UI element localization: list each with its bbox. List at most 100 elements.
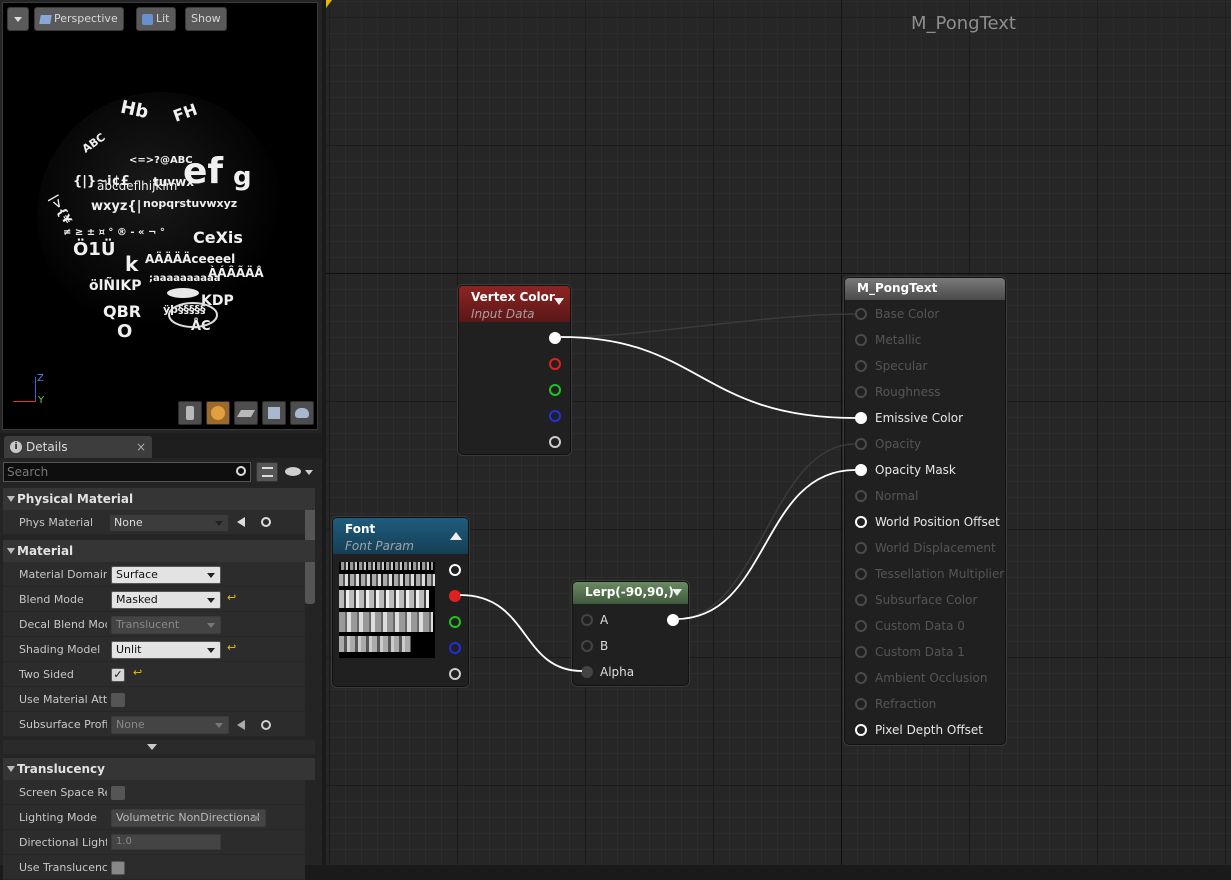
node-title: Vertex Color	[471, 290, 555, 304]
result-input-pin[interactable]	[855, 386, 867, 398]
preview-plane-button[interactable]	[234, 401, 258, 425]
lit-button[interactable]: Lit	[136, 7, 176, 31]
result-input-pin[interactable]	[855, 698, 867, 710]
preview-sphere-button[interactable]	[206, 401, 230, 425]
perspective-button[interactable]: Perspective	[34, 7, 124, 31]
output-pin[interactable]	[667, 614, 679, 626]
node-font[interactable]: Font Font Param	[332, 517, 469, 687]
result-input-label: Metallic	[875, 333, 922, 347]
decal-blend-mode-combo[interactable]: Translucent	[111, 616, 221, 634]
advanced-expand-button[interactable]	[3, 740, 315, 754]
input-alpha-pin[interactable]	[581, 666, 593, 678]
output-r-pin[interactable]	[449, 590, 461, 602]
view-options-button[interactable]	[256, 462, 278, 482]
result-input-pin[interactable]	[855, 412, 867, 424]
material-domain-combo[interactable]: Surface	[111, 566, 221, 584]
output-g-pin[interactable]	[449, 616, 461, 628]
reset-arrow-icon[interactable]: ↩	[133, 666, 142, 679]
svg-text:≠ ≥ ± ¤ ° ® - « ¬ °: ≠ ≥ ± ¤ ° ® - « ¬ °	[63, 227, 165, 238]
result-input-pin[interactable]	[855, 308, 867, 320]
blend-mode-label: Blend Mode	[19, 593, 84, 606]
show-button[interactable]: Show	[185, 7, 227, 31]
preview-teapot-button[interactable]	[290, 401, 314, 425]
result-input-pin[interactable]	[855, 672, 867, 684]
collapse-chevron-icon[interactable]	[672, 589, 682, 596]
details-search-input[interactable]: Search	[3, 462, 251, 482]
node-vertex-color[interactable]: Vertex Color Input Data	[458, 285, 571, 455]
result-input-pin[interactable]	[855, 334, 867, 346]
close-icon[interactable]: ×	[136, 436, 146, 458]
node-lerp[interactable]: Lerp(-90,90,) A B Alpha	[572, 581, 689, 686]
node-result-material[interactable]: M_PongText Base Color Metallic Specular Rou…	[844, 277, 1006, 745]
svg-text:Ö1Ü: Ö1Ü	[73, 238, 115, 260]
prop-subsurface-profile: Subsurface Profile None	[3, 712, 305, 737]
svg-text:wxyz{|: wxyz{|	[91, 199, 141, 214]
result-input-pin[interactable]	[855, 620, 867, 632]
result-input-pin[interactable]	[855, 516, 867, 528]
browse-search-icon[interactable]	[261, 517, 271, 527]
svg-text:AÄÄÄÄceeeel: AÄÄÄÄceeeel	[145, 251, 235, 266]
category-material[interactable]: Material	[3, 540, 315, 562]
output-b-pin[interactable]	[449, 642, 461, 654]
lighting-mode-label: Lighting Mode	[19, 811, 97, 824]
blend-mode-combo[interactable]: Masked	[111, 591, 221, 609]
phys-material-combo[interactable]: None	[109, 514, 229, 532]
collapse-chevron-icon[interactable]	[554, 298, 564, 305]
preview-cube-button[interactable]	[262, 401, 286, 425]
subsurface-profile-combo[interactable]: None	[111, 716, 229, 734]
decal-blend-mode-label: Decal Blend Mode	[19, 618, 107, 631]
two-sided-checkbox[interactable]: ✓	[111, 668, 125, 682]
input-b-pin[interactable]	[581, 640, 593, 652]
use-material-attributes-checkbox[interactable]	[111, 693, 125, 707]
category-physical-material[interactable]: Physical Material	[3, 488, 315, 510]
collapse-up-icon[interactable]	[450, 532, 462, 540]
result-input-pin[interactable]	[855, 542, 867, 554]
preview-sphere: Hb FH ABC <=>?@ABC ef {|}~i¢£ abcdeflhij…	[37, 92, 285, 342]
result-input-label: Opacity	[875, 437, 922, 451]
input-a-pin[interactable]	[581, 614, 593, 626]
eye-icon	[285, 467, 301, 476]
output-a-pin[interactable]	[549, 436, 561, 448]
output-rgb-pin[interactable]	[449, 564, 461, 576]
result-input-pin[interactable]	[855, 594, 867, 606]
material-preview-viewport[interactable]: Perspective Lit Show Hb FH ABC <=>?@ABC …	[2, 2, 318, 430]
search-placeholder: Search	[7, 465, 49, 479]
output-a-pin[interactable]	[449, 668, 461, 680]
shading-model-combo[interactable]: Unlit	[111, 641, 221, 659]
lighting-mode-combo[interactable]: Volumetric NonDirectional	[111, 809, 266, 827]
use-selected-arrow-icon[interactable]	[237, 720, 245, 730]
reset-arrow-icon[interactable]: ↩	[227, 591, 236, 604]
input-b-label: B	[600, 639, 609, 653]
result-input-label: Emissive Color	[875, 411, 964, 425]
browse-search-icon[interactable]	[261, 720, 271, 730]
result-input-pin[interactable]	[855, 360, 867, 372]
category-translucency[interactable]: Translucency	[3, 758, 315, 780]
result-input-pin[interactable]	[855, 724, 867, 736]
teapot-icon	[295, 408, 309, 418]
reset-arrow-icon[interactable]: ↩	[227, 641, 236, 654]
output-g-pin[interactable]	[549, 384, 561, 396]
result-input-pin[interactable]	[855, 646, 867, 658]
node-header: Font Font Param	[333, 518, 468, 554]
preview-cylinder-button[interactable]	[178, 401, 202, 425]
directional-lighting-input[interactable]: 1.0	[111, 834, 221, 850]
result-input-pin[interactable]	[855, 464, 867, 476]
result-input-pin[interactable]	[855, 490, 867, 502]
details-tab[interactable]: i Details ×	[4, 436, 152, 458]
node-subtitle: Font Param	[345, 539, 414, 553]
result-input-label: Specular	[875, 359, 928, 373]
use-selected-arrow-icon[interactable]	[237, 517, 245, 527]
chevron-down-icon	[305, 470, 313, 475]
viewport-options-button[interactable]	[7, 7, 29, 31]
axis-z-label: Z	[37, 373, 44, 384]
result-input-pin[interactable]	[855, 568, 867, 580]
output-rgb-pin[interactable]	[549, 332, 561, 344]
left-panel: Perspective Lit Show Hb FH ABC <=>?@ABC …	[0, 0, 322, 880]
visibility-dropdown[interactable]	[283, 462, 317, 482]
output-r-pin[interactable]	[549, 358, 561, 370]
use-translucency-checkbox[interactable]	[111, 861, 125, 875]
screen-space-reflections-checkbox[interactable]	[111, 786, 125, 800]
material-graph-canvas[interactable]: M_PongText Vertex Color Input Data Font …	[326, 0, 1231, 865]
output-b-pin[interactable]	[549, 410, 561, 422]
result-input-pin[interactable]	[855, 438, 867, 450]
